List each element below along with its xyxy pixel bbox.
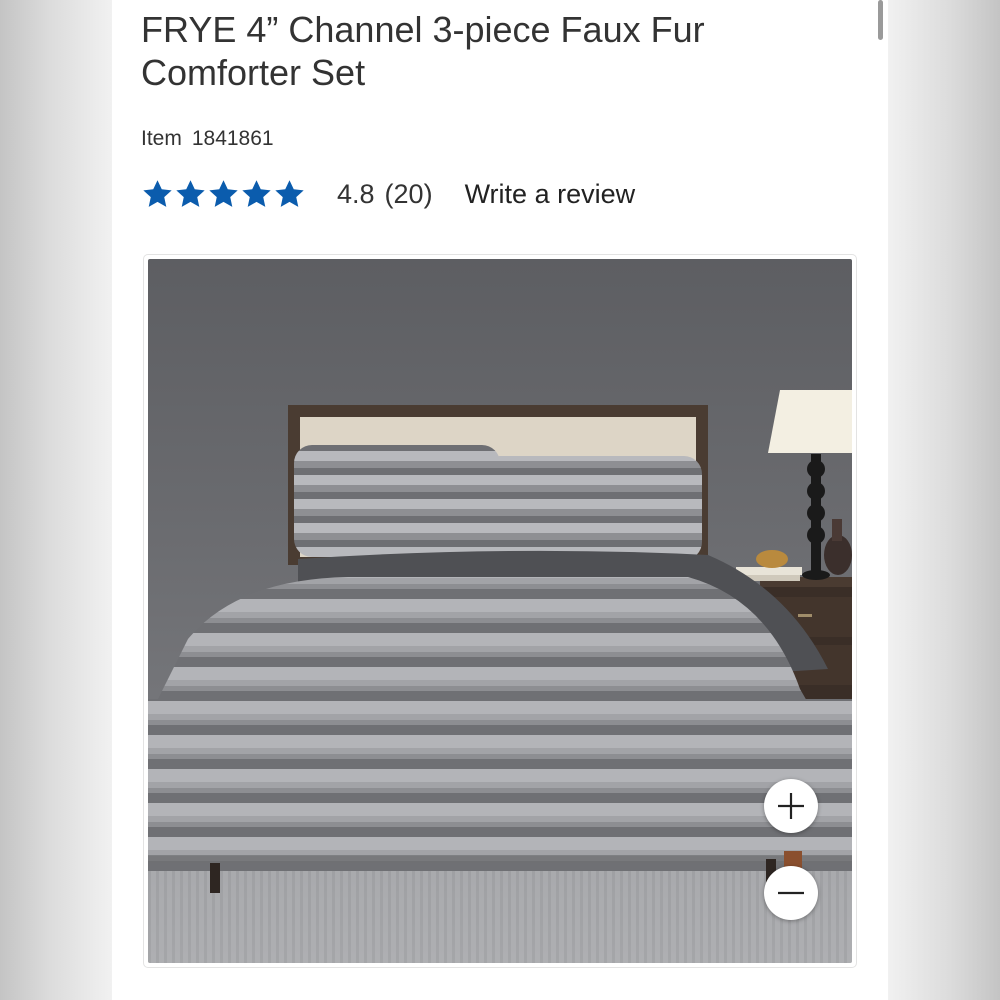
product-page: FRYE 4” Channel 3-piece Faux Fur Comfort… <box>112 0 888 1000</box>
rating-value: 4.8 <box>337 178 375 209</box>
scroll-indicator[interactable] <box>878 0 883 40</box>
item-label: Item <box>141 127 182 150</box>
item-number: 1841861 <box>191 127 274 150</box>
zoom-in-button[interactable] <box>764 779 818 833</box>
bedroom-photo <box>148 259 852 963</box>
zoom-out-button[interactable] <box>764 866 818 920</box>
minus-icon <box>778 891 804 895</box>
star-icon <box>209 179 238 207</box>
product-title: FRYE 4” Channel 3-piece Faux Fur Comfort… <box>141 9 705 93</box>
star-icon <box>275 179 304 207</box>
review-count[interactable]: (20) <box>385 179 433 210</box>
item-number-row: Item 1841861 <box>141 127 274 151</box>
backdrop-left <box>0 0 112 1000</box>
write-review-link[interactable]: Write a review <box>465 179 636 210</box>
product-image[interactable] <box>148 259 852 963</box>
plus-icon <box>778 793 804 819</box>
backdrop-right <box>888 0 1000 1000</box>
product-image-frame <box>143 254 857 968</box>
star-icon <box>242 179 271 207</box>
rating-row: 4.8 (20) Write a review <box>141 174 635 214</box>
star-icon <box>176 179 205 207</box>
star-rating[interactable] <box>141 178 306 211</box>
star-icon <box>143 179 172 207</box>
